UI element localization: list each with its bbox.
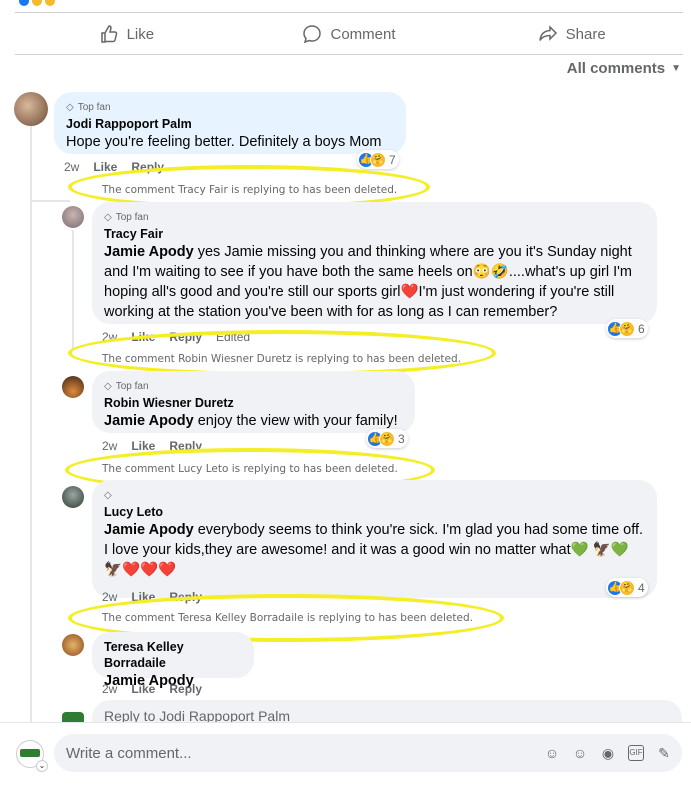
comment-bubble: ◇ Lucy Leto Jamie Apody everybody seems … <box>92 480 657 598</box>
top-fan-badge: ◇ <box>104 488 645 502</box>
like-label: Like <box>126 25 155 43</box>
top-fan-label: Top fan <box>115 211 149 223</box>
post-reaction-icons <box>18 0 57 12</box>
caret-down-icon: ▼ <box>671 63 681 74</box>
diamond-icon: ◇ <box>104 489 112 501</box>
comment-bubble: ◇ Top fan Tracy Fair Jamie Apody yes Jam… <box>92 202 657 324</box>
reaction-count[interactable]: 👍 🤗 4 <box>606 578 648 597</box>
top-fan-badge: ◇ Top fan <box>104 210 645 224</box>
diamond-icon: ◇ <box>104 380 112 392</box>
reaction-count[interactable]: 👍 🤗 3 <box>366 429 408 448</box>
mention-link[interactable]: Jamie Apody <box>104 244 194 260</box>
comment-author[interactable]: Teresa Kelley Borradaile <box>104 639 242 671</box>
thread-branch <box>30 200 70 202</box>
avatar[interactable] <box>62 634 84 656</box>
reaction-count[interactable]: 👍 🤗 6 <box>606 319 648 338</box>
comment-author[interactable]: Lucy Leto <box>104 504 645 520</box>
comment-text: Hope you're feeling better. Definitely a… <box>66 134 382 150</box>
comment-time[interactable]: 2w <box>64 160 79 174</box>
thread-line <box>30 126 32 722</box>
comment-author[interactable]: Tracy Fair <box>104 226 645 242</box>
top-fan-label: Top fan <box>115 380 149 392</box>
share-label: Share <box>565 25 606 43</box>
comment-bubble: ◇ Top fan Jodi Rappoport Palm Hope you'r… <box>54 92 406 154</box>
comment-time[interactable]: 2w <box>102 682 117 696</box>
comment-text: Jamie Apody enjoy the view with your fam… <box>104 411 403 431</box>
diamond-icon: ◇ <box>66 101 74 113</box>
reaction-count[interactable]: 👍 🤗 7 <box>357 150 399 169</box>
post-action-bar: Like Comment Share <box>15 14 683 54</box>
divider <box>15 54 683 55</box>
reaction-number: 4 <box>638 580 645 595</box>
comment-author[interactable]: Robin Wiesner Duretz <box>104 395 403 411</box>
reaction-number: 6 <box>638 321 645 336</box>
care-reaction-icon: 🤗 <box>619 579 635 596</box>
reaction-number: 7 <box>389 152 396 167</box>
reaction-number: 3 <box>398 431 405 446</box>
top-fan-label: Top fan <box>77 101 111 113</box>
comment-sort-dropdown[interactable]: All comments ▼ <box>567 60 681 77</box>
thumbs-up-icon <box>100 25 117 43</box>
care-reaction-icon: 🤗 <box>370 151 386 168</box>
thread-line <box>72 230 74 350</box>
chevron-down-icon[interactable]: ⌄ <box>36 760 48 772</box>
comment-icon <box>303 25 322 44</box>
share-button[interactable]: Share <box>460 14 683 54</box>
reply-input[interactable]: Reply to Jodi Rappoport Palm <box>92 700 682 722</box>
share-icon <box>538 25 557 41</box>
comment-label: Comment <box>330 25 396 43</box>
mention-link[interactable]: Jamie Apody <box>104 413 194 429</box>
avatar[interactable] <box>14 92 48 126</box>
highlight-oval <box>68 330 496 376</box>
emoji-icon[interactable]: ☺ <box>572 745 588 761</box>
avatar[interactable] <box>62 486 84 508</box>
like-button[interactable]: Like <box>15 14 238 54</box>
diamond-icon: ◇ <box>104 211 112 223</box>
comment-text: Jamie Apody everybody seems to think you… <box>104 520 645 580</box>
comment-time[interactable]: 2w <box>102 590 117 604</box>
care-reaction-icon: 🤗 <box>619 320 635 337</box>
comment-time[interactable]: 2w <box>102 439 117 453</box>
avatar[interactable] <box>62 206 84 228</box>
camera-icon[interactable]: ◉ <box>600 745 616 761</box>
gif-icon[interactable]: GIF <box>628 745 644 761</box>
comment-composer[interactable]: Write a comment... ☺ ☺ ◉ GIF ✎ <box>54 734 682 772</box>
comment-button[interactable]: Comment <box>238 14 461 54</box>
sticker-icon[interactable]: ✎ <box>656 745 672 761</box>
avatar[interactable] <box>62 376 84 398</box>
avatar-sticker-icon[interactable]: ☺ <box>544 745 560 761</box>
sort-label: All comments <box>566 60 666 77</box>
comment-body: enjoy the view with your family! <box>193 413 398 429</box>
top-fan-badge: ◇ Top fan <box>66 100 394 114</box>
mention-link[interactable]: Jamie Apody <box>104 522 194 538</box>
comment-bubble: ◇ Top fan Robin Wiesner Duretz Jamie Apo… <box>92 371 415 433</box>
composer-placeholder: Write a comment... <box>66 744 192 762</box>
care-reaction-icon: 🤗 <box>379 430 395 447</box>
comment-text: Jamie Apody yes Jamie missing you and th… <box>104 242 645 322</box>
top-fan-badge: ◇ Top fan <box>104 379 403 393</box>
comment-reply-link[interactable]: Reply <box>169 682 202 696</box>
comment-meta: 2w Like Reply <box>102 682 202 696</box>
comment-author[interactable]: Jodi Rappoport Palm <box>66 116 394 132</box>
comment-bubble: Teresa Kelley Borradaile Jamie Apody <box>92 632 254 689</box>
composer-icons: ☺ ☺ ◉ GIF ✎ <box>544 745 682 761</box>
comment-like-link[interactable]: Like <box>131 682 155 696</box>
divider <box>15 12 683 13</box>
